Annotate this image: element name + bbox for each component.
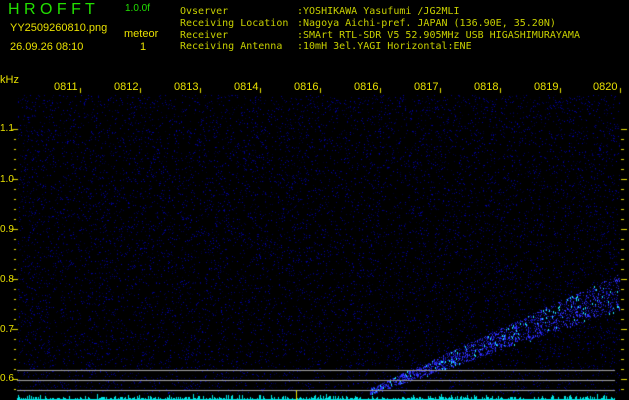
receiver-label: Receiver [180, 30, 229, 41]
time-tick: 0816 [354, 81, 379, 93]
freq-tick: 0.9 [0, 224, 14, 235]
receiver-value: :SMArt RTL-SDR V5 52.905MHz USB HIGASHIM… [297, 30, 580, 41]
time-tick: 0820 [593, 81, 618, 93]
spectrogram [0, 0, 629, 400]
frequency-unit: kHz [0, 74, 19, 86]
location-value: :Nagoya Aichi-pref. JAPAN (136.90E, 35.2… [297, 18, 556, 29]
freq-tick: 0.8 [0, 274, 14, 285]
time-tick: 0819 [534, 81, 559, 93]
freq-tick: 1.1 [0, 123, 14, 134]
freq-tick: 0.6 [0, 373, 14, 384]
antenna-value: :10mH 3el.YAGI Horizontal:ENE [297, 41, 472, 52]
datetime-label: 26.09.26 08:10 [10, 41, 84, 53]
freq-tick: 0.7 [0, 324, 14, 335]
app-title: H R O F F T [8, 1, 95, 18]
time-tick: 0811 [54, 81, 78, 93]
time-tick: 0818 [474, 81, 499, 93]
time-tick: 0814 [234, 81, 259, 93]
observer-label: Ovserver [180, 6, 229, 17]
antenna-label: Receiving Antenna [180, 41, 283, 52]
version-label: 1.0.0f [125, 3, 151, 14]
freq-tick: 1.0 [0, 174, 14, 185]
observer-value: :YOSHIKAWA Yasufumi /JG2MLI [297, 6, 460, 17]
meteor-count: 1 [140, 41, 147, 53]
location-label: Receiving Location [180, 18, 289, 29]
filename-label: YY2509260810.png [10, 22, 108, 34]
time-tick: 0813 [174, 81, 199, 93]
time-tick: 0816 [294, 81, 319, 93]
mode-label: meteor [124, 28, 159, 40]
time-tick: 0812 [114, 81, 139, 93]
time-tick: 0817 [414, 81, 439, 93]
